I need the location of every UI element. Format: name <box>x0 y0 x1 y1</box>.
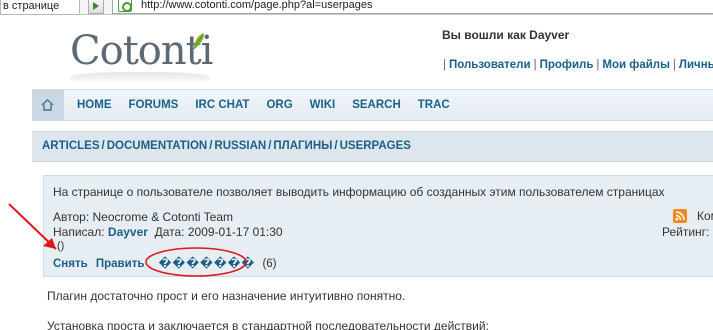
nav-irc-chat[interactable]: IRC CHAT <box>195 99 249 111</box>
empty-paren: () <box>57 240 65 252</box>
welcome-text: Вы вошли как Dayver <box>442 28 570 42</box>
user-menu-messages[interactable]: Личные <box>679 59 713 71</box>
author-label: Автор: <box>53 210 90 224</box>
crumb-userpages[interactable]: USERPAGES <box>340 140 411 152</box>
browser-toolbar: в странице http://www.cotonti.com/page.p… <box>0 0 713 15</box>
broken-encoding-link[interactable]: ������� <box>159 258 256 270</box>
rating-label: Рейтинг: <box>662 225 710 239</box>
posted-by-user[interactable]: Dayver <box>108 225 148 239</box>
nav-org[interactable]: ORG <box>266 99 292 111</box>
body-paragraph-2: Установка проста и заключается в стандар… <box>47 319 489 330</box>
broken-link-count: (6) <box>262 258 277 270</box>
page-actions: Снять Править ������� (6) <box>53 256 277 270</box>
user-menu: |Пользователи|Профиль|Мои файлы|Личные <box>440 59 713 71</box>
page-icon <box>118 0 132 12</box>
logo-reflection <box>70 72 210 84</box>
nav-forums[interactable]: FORUMS <box>129 99 179 111</box>
user-menu-users[interactable]: Пользователи <box>449 59 531 71</box>
leaf-icon <box>193 33 204 50</box>
breadcrumb-bar: ARTICLES / DOCUMENTATION / RUSSIAN / ПЛАГИНЫ / U… <box>32 131 713 162</box>
post-date: 2009-01-17 01:30 <box>187 225 283 239</box>
page-info-box: На странице о пользователе позволяет выв… <box>43 175 713 277</box>
breadcrumb: ARTICLES / DOCUMENTATION / RUSSIAN / ПЛАГИНЫ / U… <box>42 140 411 152</box>
page-description: На странице о пользователе позволяет выв… <box>53 185 665 199</box>
crumb-articles[interactable]: ARTICLES <box>42 140 100 152</box>
rss-icon[interactable] <box>673 209 687 223</box>
user-menu-files[interactable]: Мои файлы <box>602 59 670 71</box>
main-nav: HOME FORUMS IRC CHAT ORG WIKI SEARCH TRA… <box>32 89 713 121</box>
user-menu-profile[interactable]: Профиль <box>540 59 594 71</box>
home-button[interactable] <box>32 90 64 120</box>
go-arrow-icon[interactable] <box>88 0 104 14</box>
nav-wiki[interactable]: WIKI <box>310 99 336 111</box>
nav-search[interactable]: SEARCH <box>352 99 401 111</box>
posted-line: Написал: Dayver Дата: 2009-01-17 01:30 <box>53 225 283 239</box>
nav-home[interactable]: HOME <box>77 99 112 111</box>
body-paragraph-1: Плагин достаточно прост и его назначение… <box>47 289 406 303</box>
nav-trac[interactable]: TRAC <box>418 99 450 111</box>
comments-label[interactable]: Ком <box>697 209 713 223</box>
crumb-plugins[interactable]: ПЛАГИНЫ <box>273 140 332 152</box>
site-header: Cotonti Вы вошли как Dayver | Пользовател… <box>32 17 713 86</box>
address-bar[interactable]: http://www.cotonti.com/page.php?al=userp… <box>112 0 713 14</box>
edit-link[interactable]: Править <box>96 258 145 270</box>
crumb-russian[interactable]: RUSSIAN <box>214 140 266 152</box>
home-icon <box>41 99 54 111</box>
date-label: Дата: <box>154 225 185 239</box>
unpublish-link[interactable]: Снять <box>53 258 88 270</box>
browser-tab[interactable]: в странице <box>0 0 80 15</box>
url-text[interactable]: http://www.cotonti.com/page.php?al=userp… <box>141 0 372 11</box>
crumb-documentation[interactable]: DOCUMENTATION <box>107 140 208 152</box>
author-line: Автор: Neocrome & Cotonti Team <box>53 210 233 224</box>
posted-label: Написал: <box>53 225 105 239</box>
author-name: Neocrome & Cotonti Team <box>92 210 234 224</box>
